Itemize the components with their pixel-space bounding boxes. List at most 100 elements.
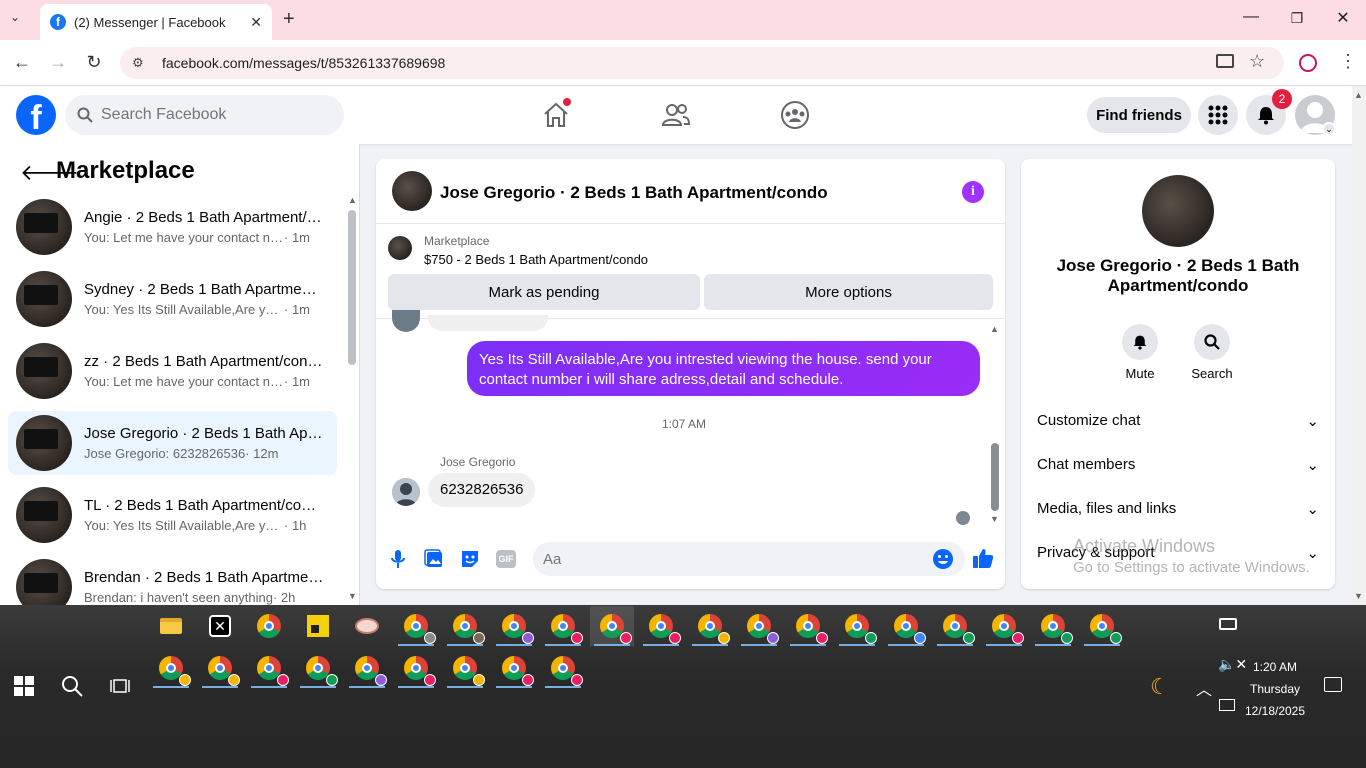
taskbar-clock[interactable]: 1:20 AM Thursday 12/18/2025 (1240, 656, 1310, 722)
message-input[interactable] (543, 550, 923, 568)
search-input[interactable] (101, 106, 321, 124)
facebook-logo[interactable]: f (16, 95, 56, 135)
find-friends-button[interactable]: Find friends (1087, 97, 1191, 133)
page-scrollbar[interactable] (1352, 86, 1366, 605)
notification-center-icon[interactable] (1324, 677, 1342, 692)
capcut-taskbar-icon[interactable]: ✕ (198, 606, 242, 646)
sticker-icon[interactable] (459, 548, 481, 570)
more-options-button[interactable]: More options (704, 274, 993, 310)
chrome-profile-taskbar-icon[interactable] (394, 606, 438, 646)
chat-scroll-up-icon[interactable]: ▲ (990, 324, 999, 334)
incoming-message[interactable]: 6232826536 (428, 473, 536, 507)
message-input-box[interactable] (533, 542, 965, 576)
chrome-profile-taskbar-icon[interactable] (492, 606, 536, 646)
menu-button[interactable] (1198, 95, 1238, 135)
chrome-profile-taskbar-icon[interactable] (394, 648, 438, 688)
chat-scrollbar-thumb[interactable] (991, 443, 999, 511)
like-thumb-icon[interactable] (971, 546, 995, 570)
minimize-icon[interactable]: — (1236, 8, 1266, 26)
chrome-profile-taskbar-icon[interactable] (443, 606, 487, 646)
facebook-search[interactable] (65, 95, 344, 135)
chrome-profile-taskbar-icon[interactable] (149, 648, 193, 688)
chat-title[interactable]: Jose Gregorio · 2 Beds 1 Bath Apartment/… (440, 183, 828, 203)
taskbar-search-icon[interactable] (60, 674, 84, 698)
microphone-icon[interactable] (387, 548, 409, 570)
outgoing-message[interactable]: Yes Its Still Available,Are you intreste… (467, 341, 980, 396)
contact-avatar[interactable] (1142, 175, 1214, 247)
file-explorer-taskbar-icon[interactable] (149, 606, 193, 646)
restore-icon[interactable]: ❐ (1282, 10, 1312, 27)
back-icon[interactable]: ← (10, 52, 34, 73)
new-tab-icon[interactable]: + (283, 8, 295, 31)
window-close-icon[interactable]: ✕ (1328, 8, 1358, 28)
tab-close-icon[interactable]: ✕ (250, 14, 262, 31)
chrome-profile-taskbar-icon[interactable] (1031, 606, 1075, 646)
list-scroll-up-icon[interactable]: ▲ (348, 195, 357, 205)
sender-avatar[interactable] (392, 478, 420, 506)
network-icon[interactable] (1219, 699, 1235, 711)
tab-search-chevron-icon[interactable]: ⌄ (10, 10, 20, 24)
account-chevron-icon[interactable]: ⌄ (1322, 122, 1336, 136)
chat-scroll-down-icon[interactable]: ▼ (990, 514, 999, 524)
reload-icon[interactable]: ↻ (82, 52, 106, 73)
gif-button[interactable]: GIF (496, 550, 516, 568)
chrome-profile-taskbar-icon[interactable] (786, 606, 830, 646)
chrome-profile-taskbar-icon[interactable] (1080, 606, 1124, 646)
chrome-profile-taskbar-icon[interactable] (296, 648, 340, 688)
chrome-profile-taskbar-icon[interactable] (492, 648, 536, 688)
chrome-profile-taskbar-icon[interactable] (835, 606, 879, 646)
conversation-item[interactable]: Brendan · 2 Beds 1 Bath Apartment/condo … (8, 555, 337, 605)
browser-menu-icon[interactable]: ⋮ (1339, 51, 1357, 72)
chrome-profile-taskbar-icon[interactable] (884, 606, 928, 646)
chrome-profile-taskbar-icon[interactable] (198, 648, 242, 688)
mark-pending-button[interactable]: Mark as pending (388, 274, 700, 310)
tray-overflow-chevron-icon[interactable]: ︿ (1196, 676, 1212, 700)
weather-moon-icon[interactable]: ☾ (1150, 674, 1170, 700)
chat-avatar[interactable] (392, 171, 432, 211)
search-conversation-button[interactable]: Search (1191, 324, 1233, 381)
chrome-profile-taskbar-icon[interactable] (541, 606, 585, 646)
conversation-item[interactable]: Angie · 2 Beds 1 Bath Apartment/condo Yo… (8, 195, 337, 259)
list-scroll-down-icon[interactable]: ▼ (348, 591, 357, 601)
chrome-profile-taskbar-icon[interactable] (639, 606, 683, 646)
chrome-profile-taskbar-icon[interactable] (541, 648, 585, 688)
site-settings-icon[interactable]: ⚙ (132, 55, 150, 71)
media-files-section[interactable]: Media, files and links ⌄ (1037, 500, 1319, 518)
chrome-profile-taskbar-icon[interactable] (688, 606, 732, 646)
chrome-profile-taskbar-icon[interactable] (737, 606, 781, 646)
chrome-profile-taskbar-icon[interactable] (247, 648, 291, 688)
conversation-item[interactable]: Sydney · 2 Beds 1 Bath Apartment/condo Y… (8, 267, 337, 331)
customize-chat-section[interactable]: Customize chat ⌄ (1037, 412, 1319, 430)
windows-start-icon[interactable] (14, 676, 34, 696)
chrome-profile-taskbar-icon[interactable] (443, 648, 487, 688)
chrome-profile-taskbar-icon[interactable] (933, 606, 977, 646)
info-icon[interactable]: i (962, 181, 984, 203)
conversation-item[interactable]: zz · 2 Beds 1 Bath Apartment/condo You: … (8, 339, 337, 403)
url-bar[interactable]: ⚙ facebook.com/messages/t/85326133768969… (120, 47, 1284, 79)
chrome-profile-taskbar-icon[interactable] (345, 648, 389, 688)
profile-icon[interactable] (1299, 54, 1317, 72)
mute-button[interactable]: Mute (1120, 324, 1160, 381)
paint-taskbar-icon[interactable] (345, 606, 389, 646)
listing-price[interactable]: $750 - 2 Beds 1 Bath Apartment/condo (424, 252, 648, 267)
forward-icon[interactable]: → (46, 52, 70, 73)
browser-tab-messenger[interactable]: f (2) Messenger | Facebook ✕ (40, 4, 272, 40)
chat-members-section[interactable]: Chat members ⌄ (1037, 456, 1319, 474)
chrome-taskbar-icon[interactable] (247, 606, 291, 646)
list-scrollbar-thumb[interactable] (348, 210, 356, 365)
sticky-notes-taskbar-icon[interactable] (296, 606, 340, 646)
install-app-icon[interactable] (1216, 54, 1234, 68)
chrome-profile-taskbar-icon[interactable] (982, 606, 1026, 646)
battery-icon[interactable] (1219, 618, 1237, 630)
chrome-profile-taskbar-icon-active[interactable] (590, 606, 634, 646)
task-view-icon[interactable] (110, 677, 130, 695)
friends-icon[interactable] (661, 100, 691, 130)
emoji-icon[interactable] (932, 548, 954, 570)
page-scroll-down-icon[interactable]: ▼ (1354, 591, 1363, 601)
groups-icon[interactable] (780, 100, 810, 130)
conversation-item[interactable]: TL · 2 Beds 1 Bath Apartment/condo You: … (8, 483, 337, 547)
photo-icon[interactable] (423, 548, 445, 570)
bookmark-star-icon[interactable]: ☆ (1249, 51, 1265, 72)
conversation-item-selected[interactable]: Jose Gregorio · 2 Beds 1 Bath Apartment/… (8, 411, 337, 475)
page-scroll-up-icon[interactable]: ▲ (1354, 90, 1363, 100)
